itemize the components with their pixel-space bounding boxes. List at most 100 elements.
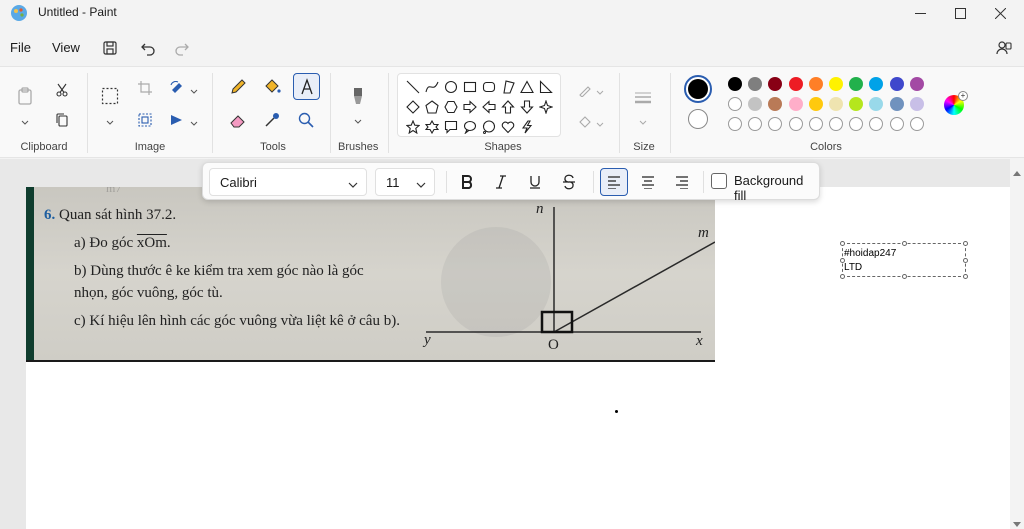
scroll-down-icon[interactable] (1013, 515, 1021, 527)
diamond-shape-icon[interactable] (404, 98, 422, 116)
heart-shape-icon[interactable] (499, 118, 517, 136)
paste-chevron-down-icon[interactable] (21, 114, 31, 125)
drawing-canvas[interactable]: m7 6. Quan sát hình 37.2. a) Đo góc xOm.… (26, 187, 1010, 529)
fill-bucket-icon[interactable] (261, 76, 283, 98)
background-fill-checkbox[interactable] (711, 173, 727, 189)
rectangular-callout-shape-icon[interactable] (442, 118, 460, 136)
right-arrow-shape-icon[interactable] (461, 98, 479, 116)
color-swatch[interactable] (788, 97, 803, 111)
pentagon-shape-icon[interactable] (423, 98, 441, 116)
resize-handle[interactable] (963, 241, 968, 246)
color-swatch[interactable] (748, 117, 763, 131)
color-swatch[interactable] (829, 117, 843, 131)
eraser-icon[interactable] (227, 109, 249, 131)
color-swatch[interactable] (728, 77, 742, 91)
fill-icon[interactable] (574, 111, 596, 133)
primary-color-swatch[interactable] (684, 75, 712, 103)
color-swatch[interactable] (889, 77, 904, 91)
align-right-icon[interactable] (668, 168, 696, 196)
paste-icon[interactable] (14, 85, 36, 107)
font-size-dropdown[interactable]: 11 (375, 168, 435, 196)
menu-view[interactable]: View (48, 38, 84, 57)
color-swatch[interactable] (748, 77, 763, 91)
crop-icon[interactable] (134, 77, 156, 99)
rotate-icon[interactable] (166, 77, 188, 99)
fill-chevron-down-icon[interactable] (596, 116, 606, 127)
minimize-button[interactable] (900, 0, 940, 26)
bold-icon[interactable] (453, 168, 481, 196)
oval-shape-icon[interactable] (442, 78, 460, 96)
oval-callout-shape-icon[interactable] (461, 118, 479, 136)
brushes-chevron-down-icon[interactable] (354, 113, 364, 124)
rounded-rectangle-shape-icon[interactable] (480, 78, 498, 96)
brush-icon[interactable] (347, 85, 369, 107)
five-point-star-shape-icon[interactable] (404, 118, 422, 136)
four-point-star-shape-icon[interactable] (537, 98, 555, 116)
resize-handle[interactable] (963, 258, 968, 263)
italic-icon[interactable] (487, 168, 515, 196)
size-icon[interactable] (632, 87, 654, 109)
line-shape-icon[interactable] (404, 78, 422, 96)
color-swatch[interactable] (808, 77, 823, 91)
account-icon[interactable] (992, 36, 1016, 60)
vertical-scrollbar[interactable] (1010, 159, 1024, 529)
color-swatch[interactable] (829, 77, 843, 91)
hexagon-shape-icon[interactable] (442, 98, 460, 116)
lightning-shape-icon[interactable] (518, 118, 536, 136)
font-family-dropdown[interactable]: Calibri (209, 168, 367, 196)
outline-chevron-down-icon[interactable] (596, 84, 606, 95)
select-icon[interactable] (99, 85, 121, 107)
color-swatch[interactable] (909, 77, 924, 91)
cloud-callout-shape-icon[interactable] (480, 118, 498, 136)
color-swatch[interactable] (869, 97, 884, 111)
redo-icon[interactable] (170, 36, 194, 60)
polygon-shape-icon[interactable] (499, 78, 517, 96)
resize-handle[interactable] (902, 241, 907, 246)
six-point-star-shape-icon[interactable] (423, 118, 441, 136)
color-swatch[interactable] (768, 117, 783, 131)
maximize-button[interactable] (940, 0, 980, 26)
triangle-shape-icon[interactable] (518, 78, 536, 96)
resize-handle[interactable] (840, 241, 845, 246)
pencil-icon[interactable] (227, 76, 249, 98)
rectangle-shape-icon[interactable] (461, 78, 479, 96)
color-swatch[interactable] (889, 117, 904, 131)
magnifier-icon[interactable] (295, 109, 317, 131)
save-icon[interactable] (98, 36, 122, 60)
canvas-text-box[interactable]: #hoidap247 LTD (840, 241, 968, 279)
text-box-content[interactable]: #hoidap247 LTD (844, 247, 896, 275)
color-swatch[interactable] (788, 117, 803, 131)
rotate-chevron-down-icon[interactable] (190, 83, 200, 94)
curve-shape-icon[interactable] (423, 78, 441, 96)
select-chevron-down-icon[interactable] (106, 114, 116, 125)
undo-icon[interactable] (136, 36, 160, 60)
text-tool-icon[interactable] (293, 73, 320, 100)
color-swatch[interactable] (768, 97, 783, 111)
color-swatch[interactable] (849, 77, 864, 91)
align-left-icon[interactable] (600, 168, 628, 196)
color-swatch[interactable] (808, 97, 823, 111)
color-swatch[interactable] (909, 117, 924, 131)
size-chevron-down-icon[interactable] (639, 114, 649, 125)
up-arrow-shape-icon[interactable] (499, 98, 517, 116)
color-swatch[interactable] (909, 97, 924, 111)
color-swatch[interactable] (808, 117, 823, 131)
color-swatch[interactable] (788, 77, 803, 91)
resize-handle[interactable] (902, 274, 907, 279)
edit-colors-icon[interactable]: + (944, 91, 968, 115)
flip-chevron-down-icon[interactable] (190, 115, 200, 126)
color-swatch[interactable] (869, 77, 884, 91)
color-swatch[interactable] (889, 97, 904, 111)
color-picker-icon[interactable] (261, 109, 283, 131)
underline-icon[interactable] (521, 168, 549, 196)
outline-icon[interactable] (574, 79, 596, 101)
color-swatch[interactable] (728, 117, 742, 131)
menu-file[interactable]: File (6, 38, 35, 57)
close-button[interactable] (980, 0, 1020, 26)
resize-icon[interactable] (134, 109, 156, 131)
strikethrough-icon[interactable] (555, 168, 583, 196)
right-triangle-shape-icon[interactable] (537, 78, 555, 96)
down-arrow-shape-icon[interactable] (518, 98, 536, 116)
color-swatch[interactable] (768, 77, 783, 91)
color-swatch[interactable] (829, 97, 843, 111)
